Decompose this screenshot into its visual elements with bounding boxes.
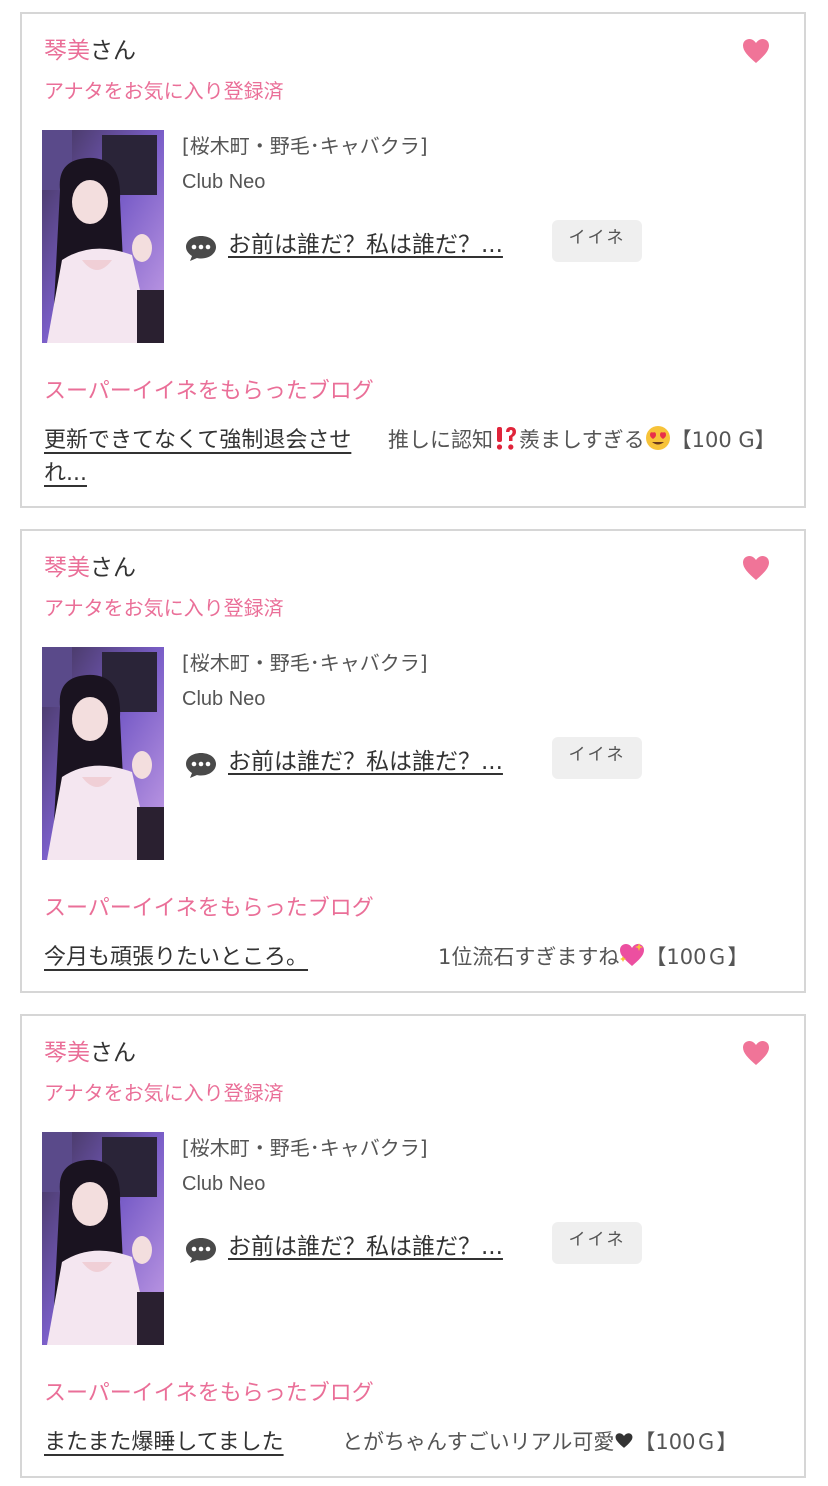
user-name-suffix: さん — [90, 555, 136, 581]
exclamation-question-icon — [496, 427, 516, 450]
cast-photo[interactable] — [42, 130, 164, 343]
favorite-card: 琴美さん アナタをお気に入り登録済 [桜木町・野毛･キャバクラ] Club Ne… — [20, 529, 806, 993]
blog-title-link[interactable]: お前は誰だ？私は誰だ？... — [228, 230, 503, 260]
speech-bubble-icon — [186, 236, 216, 261]
sparkling-heart-icon — [620, 943, 645, 966]
user-name-suffix: さん — [90, 1040, 136, 1066]
heart-icon[interactable] — [742, 553, 770, 583]
comment-text: 推しに認知 — [388, 428, 493, 452]
speech-bubble-icon — [186, 1238, 216, 1263]
heart-icon[interactable] — [742, 1038, 770, 1068]
blog-title-link[interactable]: お前は誰だ？私は誰だ？... — [228, 1232, 503, 1262]
cast-photo[interactable] — [42, 1132, 164, 1345]
user-name[interactable]: 琴美さん — [44, 553, 136, 583]
comment-reward: 【100Ｇ】 — [634, 1430, 738, 1454]
super-iine-section-title: スーパーイイネをもらったブログ — [44, 1381, 374, 1406]
super-iine-comment: 1位流石すぎますね 【100Ｇ】 — [438, 941, 748, 974]
cast-area: [桜木町・野毛･キャバクラ] — [182, 134, 428, 158]
super-iine-section-title: スーパーイイネをもらったブログ — [44, 379, 374, 404]
user-name-text[interactable]: 琴美 — [44, 555, 90, 581]
post-title-link[interactable]: またまた爆睡してました — [44, 1426, 284, 1459]
iine-button[interactable]: イイネ — [552, 220, 642, 262]
user-name-text[interactable]: 琴美 — [44, 1040, 90, 1066]
user-name[interactable]: 琴美さん — [44, 36, 136, 66]
comment-text-mid: 羨ましすぎる — [519, 428, 645, 452]
heart-icon[interactable] — [742, 36, 770, 66]
cast-photo[interactable] — [42, 647, 164, 860]
post-title-link[interactable]: 更新できてなくて強制退会させれ... — [44, 424, 384, 490]
cast-info: [桜木町・野毛･キャバクラ] Club Neo — [182, 649, 652, 713]
heart-eyes-emoji-icon — [645, 426, 670, 450]
super-iine-comment: とがちゃんすごいリアル可愛 【100Ｇ】 — [342, 1426, 737, 1459]
iine-button[interactable]: イイネ — [552, 1222, 642, 1264]
comment-reward: 【100Ｇ】 — [645, 945, 749, 969]
iine-button[interactable]: イイネ — [552, 737, 642, 779]
blog-title-link[interactable]: お前は誰だ？私は誰だ？... — [228, 747, 503, 777]
favorite-status: アナタをお気に入り登録済 — [44, 79, 284, 103]
super-iine-section-title: スーパーイイネをもらったブログ — [44, 896, 374, 921]
user-name-text[interactable]: 琴美 — [44, 38, 90, 64]
favorite-card: 琴美さん アナタをお気に入り登録済 [桜木町・野毛･キャバクラ] Club Ne… — [20, 1014, 806, 1478]
cast-info: [桜木町・野毛･キャバクラ] Club Neo — [182, 1134, 652, 1198]
comment-text: 1位流石すぎますね — [438, 945, 620, 969]
shop-name[interactable]: Club Neo — [182, 1170, 652, 1198]
favorite-status: アナタをお気に入り登録済 — [44, 1081, 284, 1105]
super-iine-comment: 推しに認知 羨ましすぎる 【100 G】 — [388, 424, 788, 457]
comment-reward: 【100 G】 — [670, 428, 776, 452]
speech-bubble-icon — [186, 753, 216, 778]
comment-text: とがちゃんすごいリアル可愛 — [342, 1430, 615, 1454]
black-heart-icon — [615, 1433, 633, 1448]
favorite-status: アナタをお気に入り登録済 — [44, 596, 284, 620]
cast-info: [桜木町・野毛･キャバクラ] Club Neo — [182, 132, 652, 196]
cast-area: [桜木町・野毛･キャバクラ] — [182, 1136, 428, 1160]
post-title-link[interactable]: 今月も頑張りたいところ。 — [44, 941, 308, 974]
favorite-card: 琴美さん アナタをお気に入り登録済 [桜木町・野毛･キャバクラ] Club Ne… — [20, 12, 806, 508]
shop-name[interactable]: Club Neo — [182, 168, 652, 196]
shop-name[interactable]: Club Neo — [182, 685, 652, 713]
user-name[interactable]: 琴美さん — [44, 1038, 136, 1068]
cast-area: [桜木町・野毛･キャバクラ] — [182, 651, 428, 675]
user-name-suffix: さん — [90, 38, 136, 64]
